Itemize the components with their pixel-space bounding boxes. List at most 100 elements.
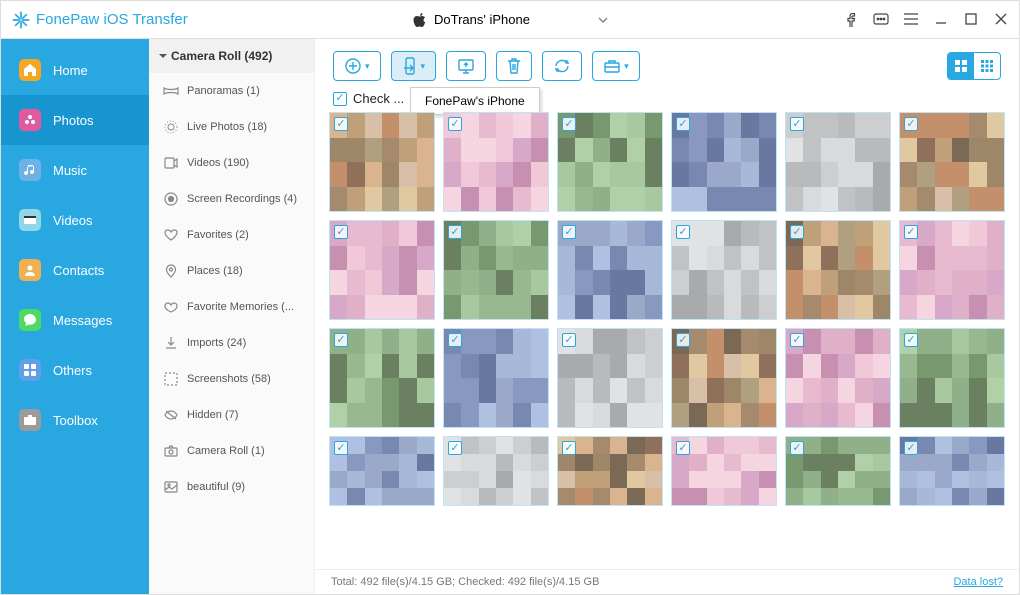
photo-checkbox[interactable]: ✓ [562,441,576,455]
device-selector[interactable]: DoTrans' iPhone [400,8,620,32]
photo-thumbnail[interactable]: ✓ [329,328,435,428]
photo-checkbox[interactable]: ✓ [562,333,576,347]
folder-item[interactable]: Videos (190) [149,145,314,181]
photo-checkbox[interactable]: ✓ [790,225,804,239]
menu-icon[interactable] [903,13,919,27]
photo-thumbnail[interactable]: ✓ [557,112,663,212]
sidebar-item-home[interactable]: Home [1,45,149,95]
folder-item[interactable]: Panoramas (1) [149,73,314,109]
photo-thumbnail[interactable]: ✓ [785,328,891,428]
imports-icon [163,335,179,351]
photo-thumbnail[interactable]: ✓ [557,436,663,506]
photo-thumbnail[interactable]: ✓ [443,220,549,320]
photo-thumbnail[interactable]: ✓ [671,112,777,212]
photo-thumbnail[interactable]: ✓ [899,328,1005,428]
to-pc-button[interactable] [446,51,486,81]
sidebar-item-messages[interactable]: Messages [1,295,149,345]
folder-item[interactable]: Screenshots (58) [149,361,314,397]
photo-thumbnail[interactable]: ✓ [443,436,549,506]
photo-checkbox[interactable]: ✓ [334,441,348,455]
photo-checkbox[interactable]: ✓ [334,225,348,239]
photo-thumbnail[interactable]: ✓ [329,220,435,320]
photo-thumbnail[interactable]: ✓ [671,328,777,428]
sidebar-item-photos[interactable]: Photos [1,95,149,145]
sidebar-item-videos[interactable]: Videos [1,195,149,245]
folder-item[interactable]: Hidden (7) [149,397,314,433]
maximize-icon[interactable] [963,13,979,27]
facebook-icon[interactable] [843,13,859,27]
sidebar-item-label: Others [53,363,92,378]
photo-checkbox[interactable]: ✓ [790,117,804,131]
photo-checkbox[interactable]: ✓ [676,441,690,455]
photo-checkbox[interactable]: ✓ [562,117,576,131]
folder-item[interactable]: Places (18) [149,253,314,289]
sidebar-item-label: Messages [53,313,112,328]
title-bar: FonePaw iOS Transfer DoTrans' iPhone [1,1,1019,39]
export-tooltip: FonePaw's iPhone [410,87,540,115]
photo-checkbox[interactable]: ✓ [790,441,804,455]
photo-thumbnail[interactable]: ✓ [899,112,1005,212]
status-bar: Total: 492 file(s)/4.15 GB; Checked: 492… [315,569,1019,594]
photo-thumbnail[interactable]: ✓ [557,328,663,428]
folder-item[interactable]: Camera Roll (1) [149,433,314,469]
photo-thumbnail[interactable]: ✓ [443,328,549,428]
folder-item[interactable]: beautiful (9) [149,469,314,505]
check-all-checkbox[interactable]: ✓ [333,92,347,106]
sidebar-item-toolbox[interactable]: Toolbox [1,395,149,445]
minimize-icon[interactable] [933,13,949,27]
photo-checkbox[interactable]: ✓ [676,333,690,347]
data-lost-link[interactable]: Data lost? [953,576,1003,588]
photo-thumbnail[interactable]: ✓ [671,436,777,506]
add-button[interactable]: ▾ [333,51,381,81]
export-button[interactable]: ▾ [391,51,437,81]
photo-thumbnail[interactable]: ✓ [899,436,1005,506]
delete-button[interactable] [496,51,532,81]
photo-checkbox[interactable]: ✓ [904,441,918,455]
photo-checkbox[interactable]: ✓ [562,225,576,239]
photo-checkbox[interactable]: ✓ [448,333,462,347]
content-area: ▾▾▾ FonePaw's iPhone ✓ Check ... ✓✓✓✓✓✓✓… [315,39,1019,594]
photo-checkbox[interactable]: ✓ [904,333,918,347]
photo-thumbnail[interactable]: ✓ [785,112,891,212]
photo-thumbnail[interactable]: ✓ [785,436,891,506]
folder-item[interactable]: Imports (24) [149,325,314,361]
folder-item[interactable]: Live Photos (18) [149,109,314,145]
photo-thumbnail[interactable]: ✓ [899,220,1005,320]
photo-checkbox[interactable]: ✓ [790,333,804,347]
feedback-icon[interactable] [873,13,889,27]
sidebar-item-label: Photos [53,113,93,128]
grid-view-button[interactable] [948,53,974,79]
photo-thumbnail[interactable]: ✓ [329,112,435,212]
photo-checkbox[interactable]: ✓ [334,117,348,131]
photo-checkbox[interactable]: ✓ [334,333,348,347]
photo-checkbox[interactable]: ✓ [448,441,462,455]
photo-thumbnail[interactable]: ✓ [671,220,777,320]
folder-item[interactable]: Screen Recordings (4) [149,181,314,217]
photo-thumbnail[interactable]: ✓ [557,220,663,320]
sidebar-item-contacts[interactable]: Contacts [1,245,149,295]
photos-icon [19,109,41,131]
photo-checkbox[interactable]: ✓ [448,117,462,131]
folder-label: Panoramas (1) [187,85,260,97]
close-icon[interactable] [993,13,1009,27]
folder-header[interactable]: Camera Roll (492) [149,39,314,73]
folder-label: Places (18) [187,265,243,277]
photo-checkbox[interactable]: ✓ [676,117,690,131]
heart-icon [163,227,179,243]
sidebar-item-others[interactable]: Others [1,345,149,395]
toolbox-button[interactable]: ▾ [592,51,640,81]
folder-item[interactable]: Favorite Memories (... [149,289,314,325]
list-view-button[interactable] [974,53,1000,79]
folder-item[interactable]: Favorites (2) [149,217,314,253]
photo-checkbox[interactable]: ✓ [904,225,918,239]
photo-checkbox[interactable]: ✓ [448,225,462,239]
photo-thumbnail[interactable]: ✓ [443,112,549,212]
photo-thumbnail[interactable]: ✓ [785,220,891,320]
messages-icon [19,309,41,331]
refresh-button[interactable] [542,51,582,81]
photo-thumbnail[interactable]: ✓ [329,436,435,506]
sidebar-item-music[interactable]: Music [1,145,149,195]
photo-checkbox[interactable]: ✓ [676,225,690,239]
photo-checkbox[interactable]: ✓ [904,117,918,131]
app-title: FonePaw iOS Transfer [36,11,188,28]
